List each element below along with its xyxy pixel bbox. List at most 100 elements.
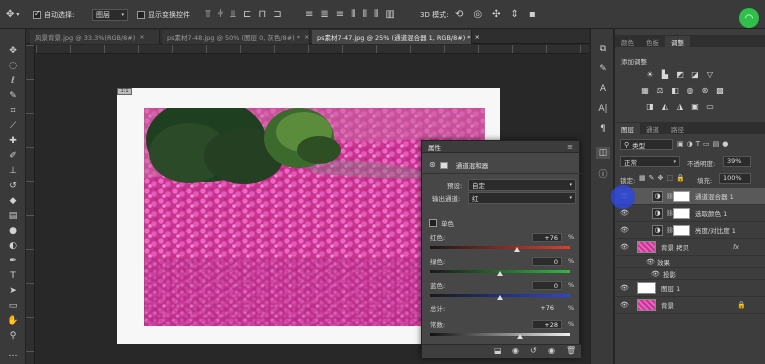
drag-3d-icon[interactable]: ✣ [492,9,500,20]
hand-tool-icon[interactable]: ✋ [6,315,20,327]
layer-mask[interactable] [673,224,690,236]
tab-document-2[interactable]: ps素材7-48.jpg @ 50% (图层 0, 灰色/8#) * × [162,30,310,44]
constant-slider-thumb[interactable] [516,334,523,339]
eye-icon[interactable]: 👁 [620,301,629,309]
type-tool-icon[interactable]: T [6,270,20,282]
vertical-ruler[interactable] [26,45,35,364]
character-icon[interactable]: A| [596,103,610,115]
eye-icon[interactable]: 👁 [651,270,660,278]
eyedropper-tool-icon[interactable]: ⟋ [6,120,20,132]
auto-align-icon[interactable]: ▥ [385,9,394,20]
gradient-tool-icon[interactable]: ▤ [6,210,20,222]
preset-dropdown[interactable]: 自定 ▾ [468,179,576,191]
view-previous-icon[interactable]: ◉ [512,347,519,355]
layer-filter-dropdown[interactable]: ⚲ 类型 [620,139,673,150]
rectangle-tool-icon[interactable]: ▭ [6,300,20,312]
auto-select-checkbox[interactable] [33,0,41,29]
slider-thumb[interactable] [513,247,520,252]
close-icon[interactable]: × [139,33,144,41]
blur-tool-icon[interactable]: ● [6,225,20,237]
lock-icons[interactable]: ▦✎✥⬚🔒 [639,174,688,182]
output-channel-dropdown[interactable]: 红 ▾ [468,192,576,204]
lasso-tool-icon[interactable]: ℓ [6,75,20,87]
channel-mixer-icon[interactable]: ⊛ [700,86,710,95]
fill-field[interactable]: 100% [719,173,751,184]
distribute-top-icon[interactable]: ≡ [305,9,313,20]
slider-value-field[interactable]: 0 [532,281,562,290]
horizontal-ruler[interactable] [36,45,589,54]
info-icon[interactable]: ⓘ [596,167,610,180]
pen-tool-icon[interactable]: ✒ [6,255,20,267]
history-brush-tool-icon[interactable]: ↺ [6,180,20,192]
align-left-icon[interactable]: ⊏ [243,9,251,20]
slider-value-field[interactable]: +76 [532,233,562,242]
distribute-bottom-icon[interactable]: ≡ [336,9,344,20]
align-hcenter-icon[interactable]: ⊓ [258,9,266,20]
fx-badge[interactable]: fx [733,243,739,251]
layer-row[interactable]: 👁 ◑ ⛓ 选取颜色 1 [615,205,765,222]
hue-sat-icon[interactable]: ▦ [640,86,650,95]
vibrance-icon[interactable]: ▽ [705,70,715,79]
properties-icon[interactable]: ◫ [596,147,610,159]
monochrome-checkbox[interactable] [429,219,437,227]
quick-select-tool-icon[interactable]: ✎ [6,90,20,102]
paragraph-icon[interactable]: ¶ [596,123,610,135]
threshold-icon[interactable]: ◮ [675,102,685,111]
tab-layers[interactable]: 图层 [615,123,640,134]
opacity-field[interactable]: 39% [723,156,751,167]
tab-channels[interactable]: 通道 [640,123,665,134]
layer-mask[interactable] [673,190,690,202]
photo-filter-icon[interactable]: ◍ [685,86,695,95]
show-transform-checkbox[interactable] [137,0,145,29]
color-balance-icon[interactable]: ⚖ [655,86,665,95]
actions-icon[interactable]: A [596,83,610,95]
brush-tool-icon[interactable]: ✐ [6,150,20,162]
constant-value-field[interactable]: +28 [532,320,562,329]
filter-icons[interactable]: ▣◑T▭▤● [677,140,731,148]
slider-value-field[interactable]: 0 [532,257,562,266]
move-tool-icon[interactable]: ✥ ▾ [6,0,19,29]
eye-icon[interactable]: 👁 [646,258,655,266]
layer-row[interactable]: 👁 效果 [615,256,765,268]
reset-icon[interactable]: ↺ [530,347,537,355]
selective-color-icon[interactable]: ▣ [690,102,700,111]
brightness-icon[interactable]: ☀ [645,70,655,79]
layer-mask[interactable] [673,207,690,219]
distribute-vcenter-icon[interactable]: ≣ [320,9,328,20]
align-top-icon[interactable]: ⫪ [205,9,211,20]
eye-icon[interactable]: 👁 [620,243,629,251]
slide-3d-icon[interactable]: ⇕ [511,9,519,20]
distribute-hcenter-icon[interactable]: ⦀ [363,9,367,20]
posterize-icon[interactable]: ◭ [660,102,670,111]
brush-settings-icon[interactable]: ✎ [596,63,610,75]
layer-row[interactable]: 👁 投影 [615,268,765,280]
layer-row[interactable]: 👁 背景 拷贝 fx [615,239,765,256]
close-icon[interactable]: × [304,33,309,41]
eraser-tool-icon[interactable]: ◆ [6,195,20,207]
close-icon[interactable]: × [475,33,480,41]
zoom-tool-icon[interactable]: ⚲ [6,330,20,342]
levels-icon[interactable]: ▙ [660,70,670,79]
tab-paths[interactable]: 路径 [665,123,690,134]
clone-stamp-tool-icon[interactable]: ⊥ [6,165,20,177]
dodge-tool-icon[interactable]: ◐ [6,240,20,252]
align-bottom-icon[interactable]: ⫫ [230,9,236,20]
constant-slider-track[interactable] [430,333,570,336]
distribute-right-icon[interactable]: ⦀ [374,9,378,20]
marquee-tool-icon[interactable]: ◌ [6,60,20,72]
curves-icon[interactable]: ◩ [675,70,685,79]
panel-menu-icon[interactable]: ≡ [567,143,573,151]
clip-to-layer-icon[interactable]: ⬓ [494,347,502,355]
eye-icon[interactable]: 👁 [620,226,629,234]
trash-icon[interactable]: 🗑 [566,347,576,355]
slider-track[interactable] [430,246,570,249]
move-tool-icon[interactable]: ✥ [6,45,20,57]
layer-row[interactable]: 👁 ◑ ⛓ 亮度/对比度 1 [615,222,765,239]
layer-row[interactable]: 👁◑⛓通道混合器 1 [615,188,765,205]
mask-icon[interactable] [439,161,448,169]
crop-tool-icon[interactable]: ⌗ [6,105,20,117]
tab-swatches[interactable]: 色板 [640,36,665,47]
layer-row[interactable]: 👁 背景 🔒 [615,297,765,314]
gradient-map-icon[interactable]: ▭ [705,102,715,111]
more-tools-icon[interactable]: … [6,348,20,360]
